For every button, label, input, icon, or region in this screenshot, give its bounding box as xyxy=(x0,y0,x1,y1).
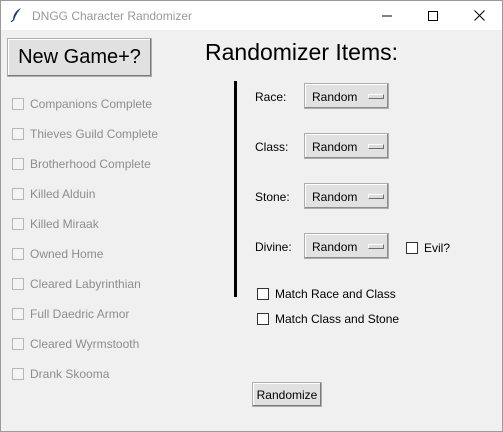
vertical-divider xyxy=(234,81,237,297)
race-select-value: Random xyxy=(312,90,358,104)
stone-label: Stone: xyxy=(255,190,290,204)
checkbox-box xyxy=(12,278,24,290)
close-button[interactable] xyxy=(456,1,502,30)
checkbox-cleared-labyrinthian: Cleared Labyrinthian xyxy=(12,276,141,292)
checkbox-label: Owned Home xyxy=(30,247,104,261)
checkbox-killed-miraak: Killed Miraak xyxy=(12,216,99,232)
race-label: Race: xyxy=(255,90,287,104)
match-race-class-checkbox[interactable]: Match Race and Class xyxy=(257,286,396,302)
checkbox-box xyxy=(12,338,24,350)
match-class-stone-label: Match Class and Stone xyxy=(275,312,400,326)
checkbox-box xyxy=(12,248,24,260)
checkbox-label: Cleared Wyrmstooth xyxy=(30,337,140,351)
checkbox-label: Thieves Guild Complete xyxy=(30,127,159,141)
checkbox-companions-complete: Companions Complete xyxy=(12,96,152,112)
checkbox-box[interactable] xyxy=(257,288,269,300)
checkbox-box xyxy=(12,308,24,320)
checkbox-killed-alduin: Killed Alduin xyxy=(12,186,95,202)
option-menu-indicator-icon xyxy=(368,144,384,149)
checkbox-label: Companions Complete xyxy=(30,97,153,111)
divine-select-value: Random xyxy=(312,240,358,254)
checkbox-box xyxy=(12,128,24,140)
evil-checkbox[interactable]: Evil? xyxy=(406,240,450,256)
checkbox-label: Cleared Labyrinthian xyxy=(30,277,141,291)
window-title: DNGG Character Randomizer xyxy=(32,9,193,23)
checkbox-box[interactable] xyxy=(406,242,418,254)
class-select[interactable]: Random xyxy=(304,133,389,159)
new-game-plus-button[interactable]: New Game+? xyxy=(7,38,152,77)
option-menu-indicator-icon xyxy=(368,194,384,199)
checkbox-label: Drank Skooma xyxy=(30,367,110,381)
checkbox-box xyxy=(12,218,24,230)
checkbox-box xyxy=(12,368,24,380)
app-window: DNGG Character Randomizer New Game+? Com… xyxy=(0,0,503,432)
race-select[interactable]: Random xyxy=(304,83,389,109)
checkbox-full-daedric-armor: Full Daedric Armor xyxy=(12,306,129,322)
checkbox-drank-skooma: Drank Skooma xyxy=(12,366,109,382)
match-class-stone-checkbox[interactable]: Match Class and Stone xyxy=(257,311,399,327)
checkbox-brotherhood-complete: Brotherhood Complete xyxy=(12,156,151,172)
randomizer-items-heading: Randomizer Items: xyxy=(205,39,399,65)
match-race-class-label: Match Race and Class xyxy=(275,287,396,301)
divine-label: Divine: xyxy=(255,240,292,254)
checkbox-label: Full Daedric Armor xyxy=(30,307,130,321)
option-menu-indicator-icon xyxy=(368,94,384,99)
randomize-button[interactable]: Randomize xyxy=(252,382,322,407)
feather-icon xyxy=(10,7,24,23)
checkbox-thieves-guild-complete: Thieves Guild Complete xyxy=(12,126,158,142)
stone-select[interactable]: Random xyxy=(304,183,389,209)
checkbox-box[interactable] xyxy=(257,313,269,325)
maximize-button[interactable] xyxy=(410,1,456,30)
minimize-button[interactable] xyxy=(364,1,410,30)
checkbox-owned-home: Owned Home xyxy=(12,246,103,262)
checkbox-box xyxy=(12,158,24,170)
checkbox-label: Brotherhood Complete xyxy=(30,157,151,171)
option-menu-indicator-icon xyxy=(368,244,384,249)
minimize-icon xyxy=(382,11,392,21)
checkbox-label: Killed Alduin xyxy=(30,187,96,201)
maximize-icon xyxy=(428,10,438,21)
divine-select[interactable]: Random xyxy=(304,233,389,259)
checkbox-label: Killed Miraak xyxy=(30,217,99,231)
title-bar[interactable]: DNGG Character Randomizer xyxy=(1,1,502,30)
close-icon xyxy=(473,10,485,21)
checkbox-cleared-wyrmstooth: Cleared Wyrmstooth xyxy=(12,336,139,352)
stone-select-value: Random xyxy=(312,190,358,204)
class-label: Class: xyxy=(255,140,289,154)
evil-label: Evil? xyxy=(424,241,451,255)
class-select-value: Random xyxy=(312,140,358,154)
checkbox-box xyxy=(12,98,24,110)
checkbox-box xyxy=(12,188,24,200)
